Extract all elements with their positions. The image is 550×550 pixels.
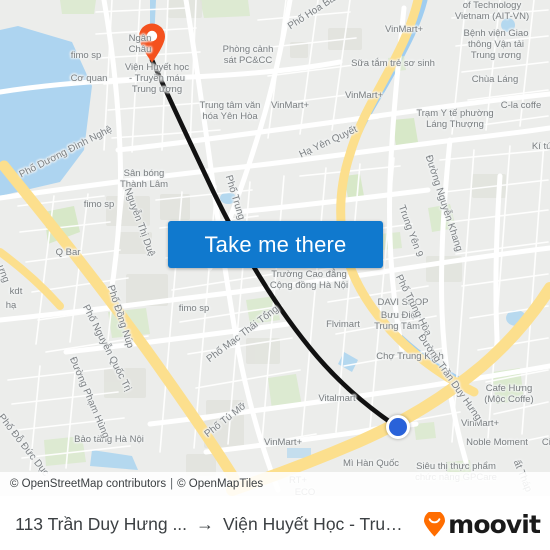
take-me-there-button[interactable]: Take me there — [168, 221, 383, 268]
map-canvas[interactable]: .w { fill:#aad3f0; } /* water */ .grn{ f… — [0, 0, 550, 496]
attribution-separator: | — [170, 478, 174, 490]
moovit-wordmark: moovit — [448, 509, 541, 539]
route-footer-bar: 113 Trần Duy Hưng ... → Viện Huyết Học -… — [0, 496, 550, 550]
route-summary[interactable]: 113 Trần Duy Hưng ... → Viện Huyết Học -… — [0, 514, 423, 535]
moovit-logo[interactable]: moovit — [423, 510, 550, 539]
moovit-pin-icon — [423, 509, 446, 537]
destination-marker-icon[interactable] — [138, 23, 166, 63]
map-attribution: © OpenStreetMap contributors | © OpenMapTi… — [0, 472, 550, 496]
route-origin-label: 113 Trần Duy Hưng ... — [15, 513, 188, 534]
attribution-tiles[interactable]: © OpenMapTiles — [177, 478, 263, 490]
origin-location-dot[interactable] — [386, 415, 410, 439]
moovit-map-screen: .w { fill:#aad3f0; } /* water */ .grn{ f… — [0, 0, 550, 550]
route-destination-label: Viện Huyết Học - Truyền Má... — [223, 513, 409, 534]
arrow-right-icon: → — [196, 513, 215, 534]
attribution-osm[interactable]: © OpenStreetMap contributors — [10, 478, 166, 490]
